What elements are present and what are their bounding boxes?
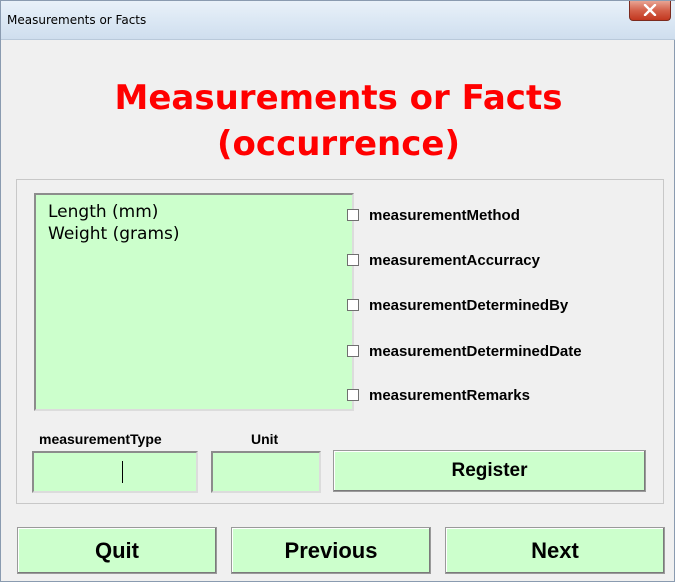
checkbox-box[interactable]	[347, 254, 359, 266]
unit-input[interactable]	[211, 451, 321, 493]
heading-line-2: (occurrence)	[217, 124, 460, 164]
text-cursor	[122, 461, 123, 483]
checkbox-box[interactable]	[347, 389, 359, 401]
checkbox-label[interactable]: measurementMethod	[369, 207, 520, 224]
checkbox-label[interactable]: measurementRemarks	[369, 387, 530, 404]
checkbox-measurement-determined-date[interactable]: measurementDeterminedDate	[347, 342, 582, 360]
close-icon	[643, 1, 657, 20]
window-title: Measurements or Facts	[7, 13, 147, 27]
measurement-list[interactable]: Length (mm) Weight (grams)	[34, 193, 354, 411]
list-item[interactable]: Weight (grams)	[48, 223, 352, 245]
previous-button[interactable]: Previous	[231, 527, 431, 574]
checkbox-label[interactable]: measurementDeterminedDate	[369, 343, 582, 360]
checkbox-label[interactable]: measurementAccurracy	[369, 252, 540, 269]
close-button[interactable]	[629, 1, 671, 21]
measurement-type-input[interactable]	[32, 451, 198, 493]
checkbox-measurement-remarks[interactable]: measurementRemarks	[347, 386, 530, 404]
register-button[interactable]: Register	[333, 450, 646, 492]
heading-line-1: Measurements or Facts	[114, 78, 563, 118]
checkbox-measurement-method[interactable]: measurementMethod	[347, 206, 520, 224]
checkbox-box[interactable]	[347, 299, 359, 311]
measurement-type-label: measurementType	[39, 431, 162, 447]
checkbox-measurement-accuracy[interactable]: measurementAccurracy	[347, 251, 540, 269]
unit-label: Unit	[251, 431, 279, 447]
measurements-window: Measurements or Facts Measurements or Fa…	[0, 0, 675, 582]
quit-button[interactable]: Quit	[17, 527, 217, 574]
list-item[interactable]: Length (mm)	[48, 201, 352, 223]
checkbox-box[interactable]	[347, 345, 359, 357]
checkbox-box[interactable]	[347, 209, 359, 221]
checkbox-label[interactable]: measurementDeterminedBy	[369, 297, 568, 314]
title-bar[interactable]: Measurements or Facts	[1, 1, 675, 40]
checkbox-measurement-determined-by[interactable]: measurementDeterminedBy	[347, 296, 568, 314]
next-button[interactable]: Next	[445, 527, 665, 574]
